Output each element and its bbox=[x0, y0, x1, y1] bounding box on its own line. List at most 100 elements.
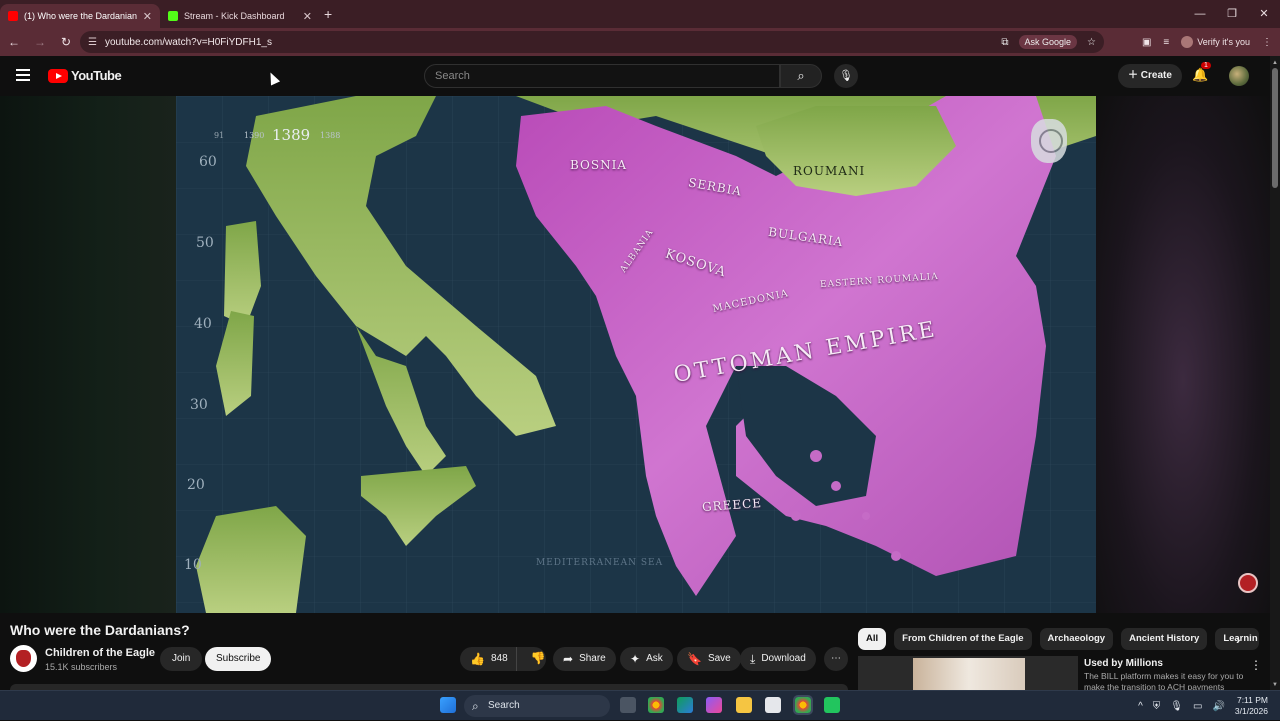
close-window-icon[interactable]: ✕ bbox=[1248, 0, 1280, 28]
task-view-icon[interactable] bbox=[620, 697, 636, 713]
like-button[interactable]: 👍 848 bbox=[460, 647, 517, 671]
latitude-label: 50 bbox=[196, 235, 214, 251]
site-info-icon[interactable]: ☰ bbox=[88, 37, 97, 48]
search-input[interactable]: Search bbox=[424, 64, 780, 88]
youtube-favicon-icon bbox=[8, 11, 18, 21]
browser-extras: ▣ ≡ Verify it's you ⋮ bbox=[1142, 28, 1272, 56]
ask-label: Ask bbox=[646, 653, 663, 664]
chrome-icon[interactable] bbox=[648, 697, 664, 713]
close-tab-icon[interactable]: ✕ bbox=[303, 10, 312, 23]
new-tab-icon[interactable]: + bbox=[324, 6, 332, 22]
tab-youtube[interactable]: (1) Who were the Dardanians? ✕ bbox=[0, 4, 160, 28]
security-icon[interactable]: ⛨ bbox=[1153, 701, 1161, 712]
account-avatar[interactable] bbox=[1229, 66, 1249, 86]
latitude-label: 20 bbox=[187, 477, 205, 493]
back-icon[interactable]: ← bbox=[2, 35, 26, 49]
share-button[interactable]: ➦ Share bbox=[553, 647, 616, 671]
store-icon[interactable] bbox=[765, 697, 781, 713]
video-title: Who were the Dardanians? bbox=[10, 622, 190, 638]
url-text: youtube.com/watch?v=H0FiYDFH1_s bbox=[104, 36, 272, 48]
chip-from-channel[interactable]: From Children of the Eagle bbox=[894, 628, 1032, 650]
windows-taskbar: Search ^ ⛨ 🎙 ▭ 🔊 7:11 PM 3/1/2026 bbox=[0, 690, 1280, 720]
video-frame-map bbox=[176, 96, 1096, 613]
system-tray: ^ ⛨ 🎙 ▭ 🔊 7:11 PM 3/1/2026 bbox=[1138, 691, 1268, 721]
recommended-title[interactable]: Used by Millions bbox=[1084, 658, 1163, 669]
timeline-year-indicator: 91 1390 1389 1388 bbox=[214, 122, 366, 150]
youtube-logo[interactable]: YouTube bbox=[48, 68, 122, 83]
create-button[interactable]: ＋ Create bbox=[1118, 64, 1182, 88]
share-icon: ➦ bbox=[563, 652, 574, 666]
chip-archaeology[interactable]: Archaeology bbox=[1039, 628, 1114, 650]
clock[interactable]: 7:11 PM 3/1/2026 bbox=[1235, 695, 1268, 717]
dislike-button[interactable]: 👎 bbox=[523, 646, 556, 672]
volume-icon[interactable]: 🔊 bbox=[1212, 701, 1224, 712]
latitude-label: 30 bbox=[190, 397, 208, 413]
taskbar-search[interactable]: Search bbox=[464, 695, 610, 717]
search-icon: ⌕ bbox=[797, 68, 805, 83]
join-button[interactable]: Join bbox=[160, 647, 203, 671]
search-button[interactable]: ⌕ bbox=[780, 64, 822, 88]
clock-time: 7:11 PM bbox=[1236, 695, 1268, 705]
network-icon[interactable]: ▭ bbox=[1193, 701, 1202, 712]
restore-icon[interactable]: ❐ bbox=[1216, 0, 1248, 28]
tray-overflow-icon[interactable]: ^ bbox=[1138, 701, 1143, 712]
browser-menu-icon[interactable]: ⋮ bbox=[1262, 37, 1272, 48]
youtube-play-icon bbox=[48, 68, 68, 83]
subscriber-count: 15.1K subscribers bbox=[45, 662, 118, 672]
more-icon: ⋯ bbox=[831, 653, 841, 664]
tab-kick[interactable]: Stream - Kick Dashboard ✕ bbox=[160, 4, 320, 28]
ambient-glow bbox=[1096, 96, 1270, 613]
channel-shield-icon[interactable] bbox=[1238, 573, 1258, 593]
install-icon[interactable]: ⧉ bbox=[1001, 37, 1008, 48]
subscribe-button[interactable]: Subscribe bbox=[205, 647, 272, 671]
microphone-icon[interactable]: 🎙 bbox=[1170, 701, 1183, 712]
map-label-sea: MEDITERRANEAN SEA bbox=[536, 558, 664, 568]
page-scrollbar[interactable]: ▲ ▼ bbox=[1270, 56, 1280, 690]
recommended-menu-icon[interactable]: ⋮ bbox=[1250, 658, 1262, 672]
minimize-icon[interactable]: — bbox=[1184, 0, 1216, 28]
scroll-down-icon[interactable]: ▼ bbox=[1272, 682, 1278, 688]
bookmark-star-icon[interactable]: ☆ bbox=[1087, 37, 1096, 48]
chevron-right-icon[interactable]: › bbox=[1236, 632, 1240, 647]
address-bar[interactable]: ☰ youtube.com/watch?v=H0FiYDFH1_s ⧉ Ask … bbox=[80, 31, 1104, 53]
voice-search-icon[interactable]: 🎙 bbox=[834, 64, 858, 88]
latitude-label: 40 bbox=[194, 316, 212, 332]
chip-ancient-history[interactable]: Ancient History bbox=[1121, 628, 1208, 650]
edge-icon[interactable] bbox=[677, 697, 693, 713]
channel-name[interactable]: Children of the Eagle bbox=[45, 647, 155, 659]
hamburger-menu-icon[interactable] bbox=[16, 69, 30, 81]
kick-app-icon[interactable] bbox=[824, 697, 840, 713]
media-icon[interactable]: ≡ bbox=[1163, 37, 1169, 48]
create-label: Create bbox=[1140, 70, 1172, 81]
channel-watermark-icon[interactable] bbox=[1031, 119, 1067, 163]
profile-icon bbox=[1181, 36, 1194, 48]
profile-verify-button[interactable]: Verify it's you bbox=[1181, 36, 1250, 48]
ask-button[interactable]: ✦ Ask bbox=[620, 647, 673, 671]
recommended-thumbnail[interactable] bbox=[858, 656, 1078, 690]
ask-google-button[interactable]: Ask Google bbox=[1018, 35, 1078, 49]
more-actions-button[interactable]: ⋯ bbox=[824, 647, 848, 671]
channel-avatar[interactable] bbox=[10, 645, 37, 672]
year-prev2: 91 bbox=[214, 131, 225, 140]
notifications-bell-icon[interactable]: 🔔 1 bbox=[1192, 62, 1211, 83]
map-label-bosnia: BOSNIA bbox=[570, 158, 628, 172]
forward-icon[interactable]: → bbox=[28, 35, 52, 49]
sidepanel-icon[interactable]: ▣ bbox=[1142, 37, 1151, 48]
browser-tab-strip: (1) Who were the Dardanians? ✕ Stream - … bbox=[0, 0, 1280, 28]
scrollbar-thumb[interactable] bbox=[1272, 68, 1278, 188]
close-tab-icon[interactable]: ✕ bbox=[143, 10, 152, 23]
like-count: 848 bbox=[490, 653, 508, 664]
save-button[interactable]: 🔖 Save bbox=[677, 647, 741, 671]
download-button[interactable]: ⤓ Download bbox=[740, 647, 816, 671]
copilot-icon[interactable] bbox=[706, 697, 722, 713]
bookmark-icon: 🔖 bbox=[687, 652, 702, 666]
chip-all[interactable]: All bbox=[858, 628, 887, 650]
video-player[interactable]: 60 50 40 30 20 10 BOSNIA SERBIA ROUMANI … bbox=[0, 96, 1270, 613]
windows-start-icon[interactable] bbox=[440, 697, 456, 713]
youtube-wordmark: YouTube bbox=[71, 68, 122, 83]
reload-icon[interactable]: ↻ bbox=[54, 35, 78, 49]
chrome-active-icon[interactable] bbox=[793, 695, 813, 715]
file-explorer-icon[interactable] bbox=[736, 697, 752, 713]
scroll-up-icon[interactable]: ▲ bbox=[1272, 60, 1278, 66]
notification-badge: 1 bbox=[1201, 62, 1211, 69]
